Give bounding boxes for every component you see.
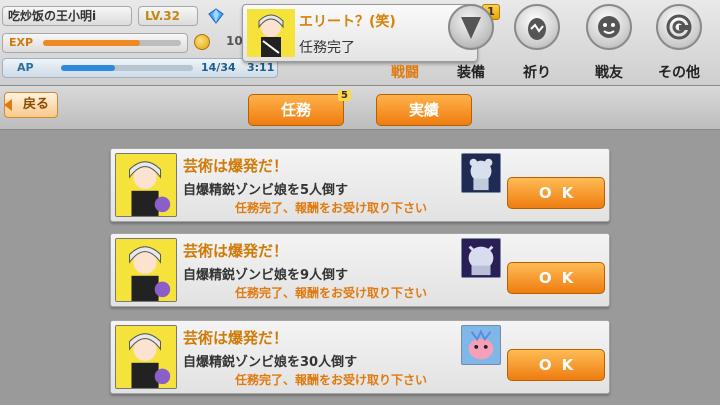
mission-title: 芸術は爆発だ！ <box>183 329 289 347</box>
nav-battle-label: 戦闘 <box>391 65 419 81</box>
pink-creature-icon <box>461 325 501 365</box>
tab-mission[interactable]: 任務 <box>248 94 344 126</box>
mission-title: 芸術は爆発だ！ <box>183 157 289 175</box>
mission-card: 芸術は爆発だ！ 自爆精鋭ゾンビ娘を9人倒す 任務完了、報酬をお受け取り下さい O… <box>110 233 610 307</box>
character-portrait <box>115 325 177 389</box>
coin-value: 10 <box>226 34 243 48</box>
character-portrait <box>115 238 177 302</box>
ap-value: 14/34 <box>201 61 236 74</box>
mission-goal: 自爆精鋭ゾンビ娘を30人倒す <box>183 355 358 370</box>
mission-reward-text: 任務完了、報酬をお受け取り下さい <box>235 373 428 387</box>
mission-card: 芸術は爆発だ！ 自爆精鋭ゾンビ娘を30人倒す 任務完了、報酬をお受け取り下さい … <box>110 320 610 394</box>
ap-fill <box>61 65 116 71</box>
coin-icon <box>194 34 210 50</box>
nav-prayer-label: 祈り <box>523 65 551 81</box>
exp-fill <box>43 40 140 46</box>
mission-goal: 自爆精鋭ゾンビ娘を5人倒す <box>183 183 349 198</box>
status-header: 吃炒饭の王小明i LV.32 EXP 10 AP 14/34 3:11 エリート… <box>0 0 720 86</box>
exp-bar: EXP <box>2 33 188 53</box>
mission-toolbar: 戻る 任務 実績 <box>0 86 720 130</box>
gem-icon <box>208 8 224 24</box>
equipment-icon <box>461 17 481 39</box>
nav-friend-label: 戦友 <box>595 65 623 81</box>
nav-equipment-label: 装備 <box>457 65 485 81</box>
mission-reward-text: 任務完了、報酬をお受け取り下さい <box>235 201 428 215</box>
friend-icon <box>598 16 620 38</box>
tab-achievement[interactable]: 実績 <box>376 94 472 126</box>
player-name: 吃炒饭の王小明i <box>2 6 132 26</box>
notification-text: 任務完了 <box>299 40 355 56</box>
ok-button[interactable]: OK <box>507 349 605 381</box>
character-portrait <box>115 153 177 217</box>
back-button[interactable]: 戻る <box>4 92 58 118</box>
other-icon <box>666 14 692 40</box>
mission-reward-text: 任務完了、報酬をお受け取り下さい <box>235 286 428 300</box>
player-level: LV.32 <box>138 6 198 26</box>
mission-title: 芸術は爆発だ！ <box>183 242 289 260</box>
silver-beast-icon <box>461 238 501 278</box>
nav-other-label: その他 <box>658 65 700 81</box>
nav-prayer[interactable]: 祈り <box>506 4 568 84</box>
silver-bear-icon <box>461 153 501 193</box>
character-portrait <box>247 9 295 57</box>
ap-label: AP <box>17 61 34 74</box>
ap-bar: AP 14/34 3:11 <box>2 58 278 78</box>
nav-battle[interactable]: 戦闘 <box>374 4 436 84</box>
prayer-icon <box>528 18 546 40</box>
tab-mission-badge: 5 <box>338 90 351 101</box>
ok-button[interactable]: OK <box>507 177 605 209</box>
exp-label: EXP <box>9 36 34 49</box>
ok-button[interactable]: OK <box>507 262 605 294</box>
nav-equipment[interactable]: 装備 <box>440 4 502 84</box>
mission-goal: 自爆精鋭ゾンビ娘を9人倒す <box>183 268 349 283</box>
nav-other[interactable]: その他 <box>648 4 710 84</box>
mission-card: 芸術は爆発だ！ 自爆精鋭ゾンビ娘を5人倒す 任務完了、報酬をお受け取り下さい O… <box>110 148 610 222</box>
nav-friend[interactable]: 戦友 <box>578 4 640 84</box>
